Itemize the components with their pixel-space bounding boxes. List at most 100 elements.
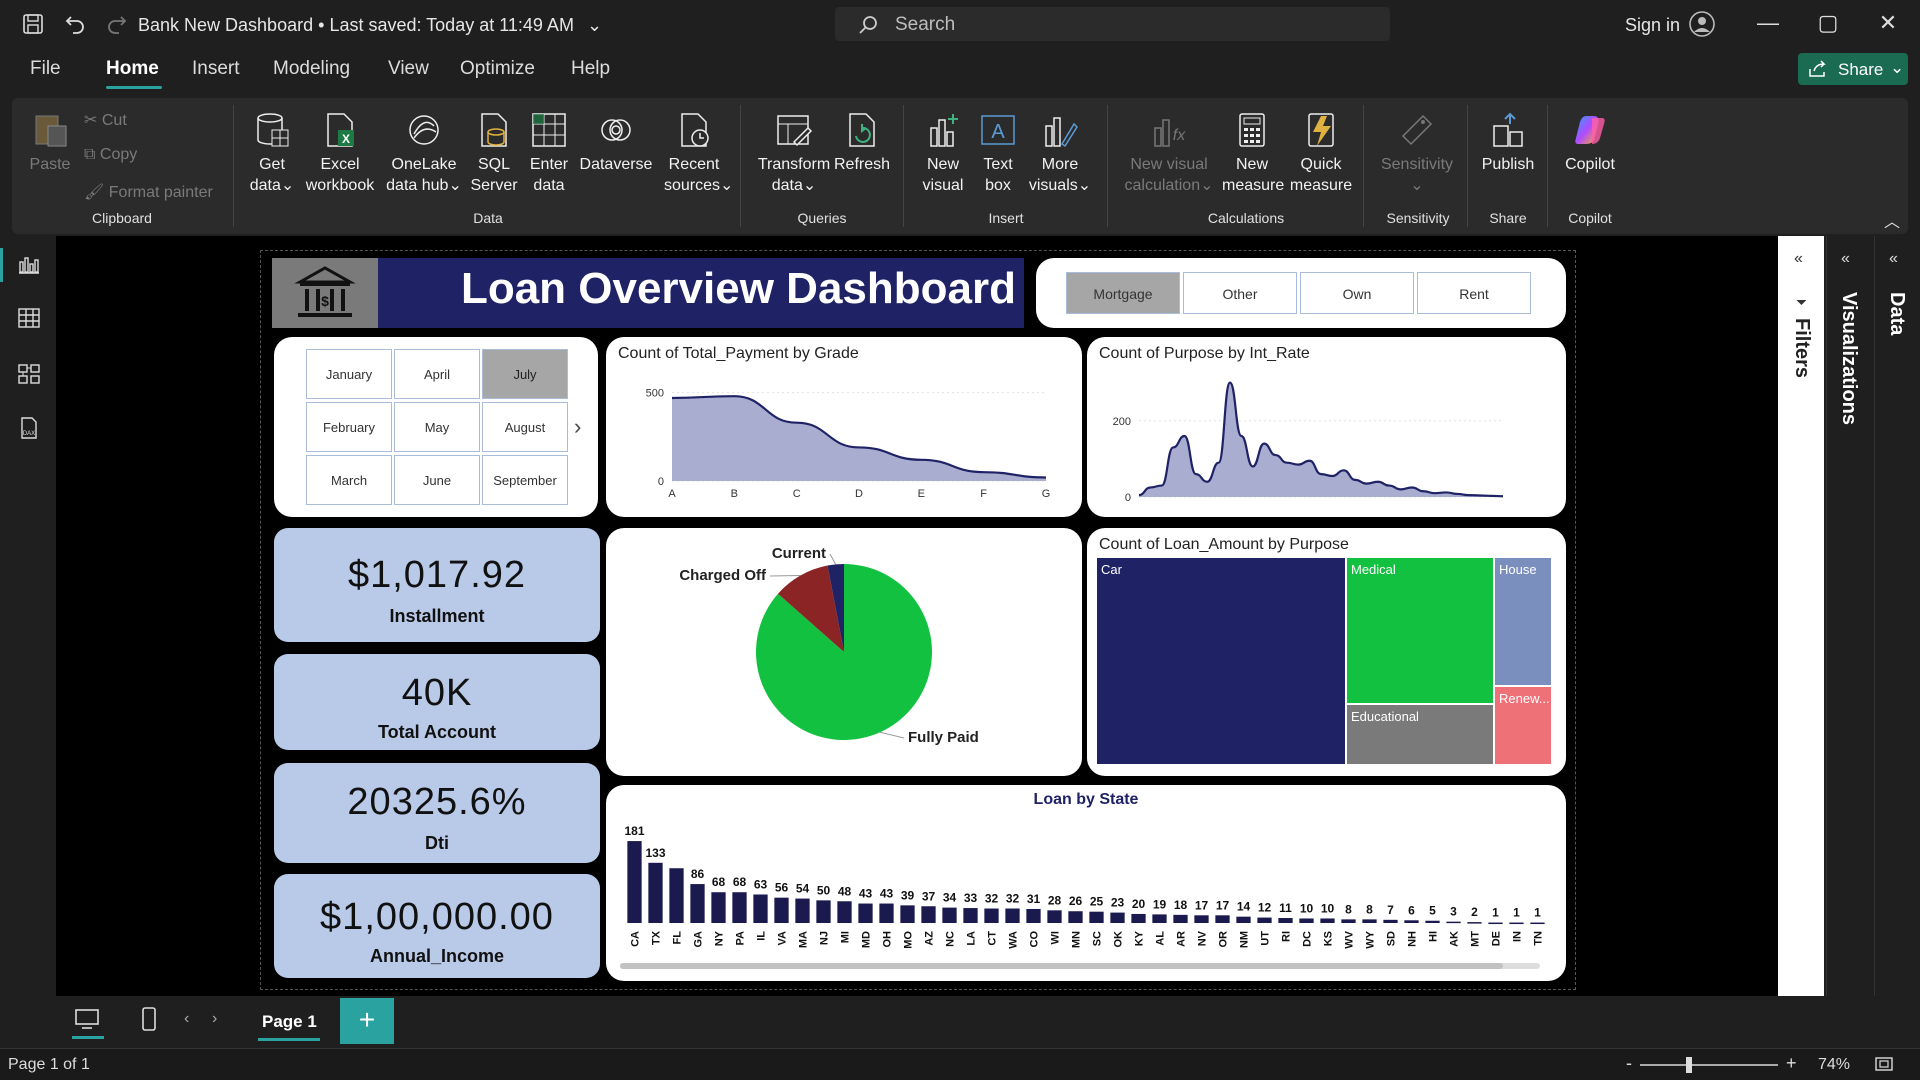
- expand-visualizations-icon[interactable]: «: [1841, 250, 1850, 268]
- menu-help[interactable]: Help: [571, 58, 610, 80]
- zoom-out-button[interactable]: -: [1626, 1053, 1632, 1074]
- scrollbar-thumb[interactable]: [620, 963, 1504, 969]
- dataverse-button[interactable]: Dataverse: [576, 110, 656, 175]
- menu-view[interactable]: View: [388, 58, 429, 80]
- bar-data-label: 11: [1279, 901, 1292, 915]
- previous-page-icon[interactable]: ‹: [184, 1010, 189, 1028]
- page-tab-page-1[interactable]: Page 1: [240, 998, 338, 1044]
- ownership-option-mortgage[interactable]: Mortgage: [1066, 272, 1180, 314]
- sensitivity-button[interactable]: Sensitivity ⌄: [1374, 110, 1460, 196]
- zoom-slider-handle[interactable]: [1686, 1057, 1692, 1073]
- group-label-insert: Insert: [988, 210, 1024, 226]
- month-option-february[interactable]: February: [306, 402, 392, 452]
- maximize-icon[interactable]: ▢: [1808, 10, 1848, 36]
- new-visual-calculation-button[interactable]: fx New visual calculation⌄: [1122, 110, 1216, 196]
- state-bar: [1341, 919, 1356, 923]
- x-tick-label: NV: [1197, 930, 1209, 946]
- recent-sources-button[interactable]: Recent sources⌄: [664, 110, 733, 196]
- month-option-april[interactable]: April: [394, 349, 480, 399]
- transform-data-button[interactable]: Transform data⌄: [754, 110, 834, 196]
- menu-modeling[interactable]: Modeling: [273, 58, 350, 80]
- bar-data-label: 12: [1258, 901, 1272, 915]
- ownership-option-other[interactable]: Other: [1183, 272, 1297, 314]
- month-option-may[interactable]: May: [394, 402, 480, 452]
- chevron-down-icon[interactable]: ⌄: [587, 15, 602, 35]
- sql-server-button[interactable]: SQL Server: [468, 110, 520, 196]
- get-data-button[interactable]: Get data⌄: [244, 110, 300, 196]
- grade-area-chart-card: Count of Total_Payment by Grade 0 500 A B C D…: [606, 337, 1082, 517]
- fit-to-page-icon[interactable]: [1874, 1055, 1894, 1078]
- x-tick-label: OH: [882, 931, 894, 948]
- month-option-june[interactable]: June: [394, 455, 480, 505]
- expand-data-icon[interactable]: «: [1889, 250, 1898, 268]
- bar-data-label: 39: [901, 888, 915, 902]
- chevron-right-icon[interactable]: ›: [574, 414, 581, 440]
- publish-button[interactable]: Publish: [1476, 110, 1540, 175]
- copy-button[interactable]: ⧉ Copy: [84, 146, 137, 164]
- zoom-slider[interactable]: [1640, 1064, 1778, 1066]
- treemap-tile[interactable]: Car: [1097, 558, 1345, 764]
- search-input[interactable]: Search: [835, 7, 1390, 41]
- menu-file[interactable]: File: [30, 58, 61, 80]
- excel-workbook-button[interactable]: X Excel workbook: [302, 110, 378, 196]
- save-icon[interactable]: [20, 12, 46, 38]
- x-tick-label: G: [1042, 488, 1051, 500]
- more-visuals-button[interactable]: More visuals⌄: [1028, 110, 1092, 196]
- sign-in-button[interactable]: Sign in: [1625, 15, 1680, 36]
- horizontal-scrollbar[interactable]: [620, 963, 1540, 969]
- undo-icon[interactable]: [62, 12, 88, 38]
- x-tick-label: AL: [1155, 931, 1167, 946]
- table-view-icon[interactable]: [16, 306, 42, 332]
- month-option-august[interactable]: August: [482, 402, 568, 452]
- state-bar: [1152, 914, 1167, 923]
- dax-query-view-icon[interactable]: DAX: [16, 416, 42, 442]
- minimize-icon[interactable]: —: [1748, 10, 1788, 36]
- new-measure-button[interactable]: New measure: [1222, 110, 1284, 196]
- paste-button[interactable]: Paste: [28, 110, 72, 175]
- data-pane[interactable]: « Data: [1874, 236, 1920, 996]
- visualizations-pane[interactable]: « Visualizations: [1826, 236, 1872, 996]
- bar-data-label: 32: [1006, 892, 1020, 906]
- treemap-tile-label: House: [1499, 562, 1537, 577]
- redo-icon[interactable]: [104, 12, 130, 38]
- report-view-icon[interactable]: [16, 252, 42, 278]
- menu-insert[interactable]: Insert: [192, 58, 240, 80]
- x-tick-label: IL: [756, 931, 768, 941]
- user-avatar-icon[interactable]: [1688, 10, 1716, 43]
- share-button[interactable]: Share ⌄: [1798, 53, 1908, 85]
- month-option-march[interactable]: March: [306, 455, 392, 505]
- format-painter-button[interactable]: 🖌 Format painter: [84, 182, 213, 202]
- month-option-july[interactable]: July: [482, 349, 568, 399]
- desktop-layout-icon[interactable]: [74, 1008, 100, 1035]
- refresh-button[interactable]: Refresh: [834, 110, 890, 175]
- add-page-button[interactable]: +: [340, 998, 394, 1044]
- month-option-january[interactable]: January: [306, 349, 392, 399]
- treemap-tile[interactable]: Medical: [1347, 558, 1493, 703]
- document-title[interactable]: Bank New Dashboard • Last saved: Today a…: [138, 15, 602, 36]
- treemap-tile[interactable]: House: [1495, 558, 1551, 685]
- menu-home[interactable]: Home: [106, 58, 159, 80]
- mobile-layout-icon[interactable]: [140, 1006, 158, 1037]
- quick-measure-button[interactable]: Quick measure: [1288, 110, 1354, 196]
- collapse-ribbon-icon[interactable]: ︿: [1884, 208, 1900, 232]
- copilot-button[interactable]: Copilot: [1556, 110, 1624, 175]
- treemap-tile[interactable]: Renew...: [1495, 687, 1551, 764]
- filters-pane[interactable]: « ⏷ Filters: [1778, 236, 1824, 996]
- zoom-in-button[interactable]: +: [1786, 1053, 1797, 1074]
- onelake-data-hub-button[interactable]: OneLake data hub⌄: [384, 110, 464, 196]
- ownership-option-own[interactable]: Own: [1300, 272, 1414, 314]
- text-box-button[interactable]: A Text box: [974, 110, 1022, 196]
- next-page-icon[interactable]: ›: [212, 1010, 217, 1028]
- new-visual-button[interactable]: New visual: [918, 110, 968, 196]
- treemap-tile[interactable]: Educational: [1347, 705, 1493, 764]
- ownership-option-rent[interactable]: Rent: [1417, 272, 1531, 314]
- model-view-icon[interactable]: [16, 362, 42, 388]
- expand-filters-icon[interactable]: «: [1794, 250, 1803, 268]
- enter-data-button[interactable]: Enter data: [526, 110, 572, 196]
- month-option-september[interactable]: September: [482, 455, 568, 505]
- zoom-level[interactable]: 74%: [1818, 1056, 1850, 1074]
- menu-optimize[interactable]: Optimize: [460, 58, 535, 80]
- bar-data-label: 48: [838, 884, 852, 898]
- cut-button[interactable]: ✂ Cut: [84, 110, 127, 130]
- close-icon[interactable]: ✕: [1868, 10, 1908, 36]
